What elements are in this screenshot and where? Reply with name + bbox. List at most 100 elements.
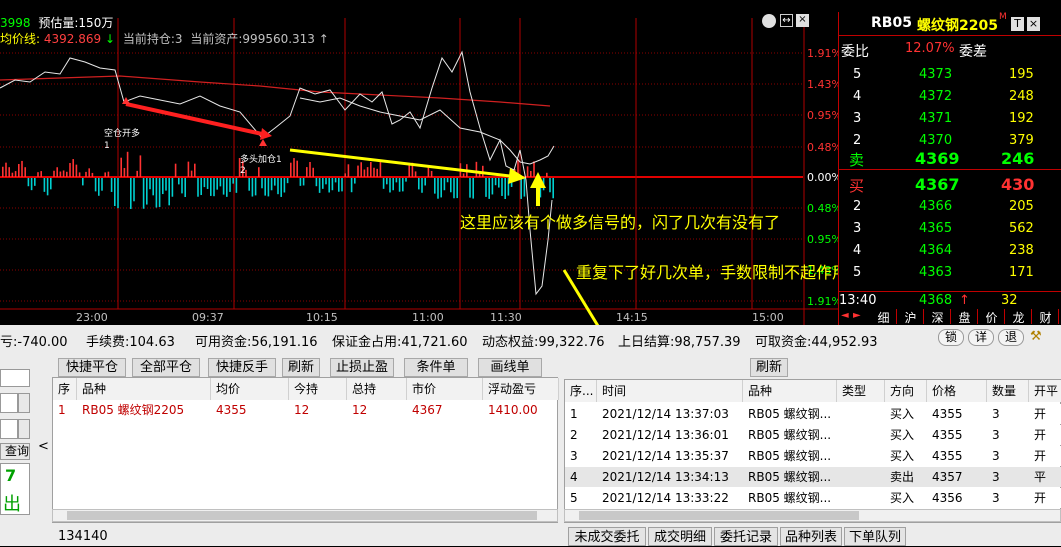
positions-table: 序品种 均价 今持 总持 市价 浮动盈亏 1 RB05 螺纹钢2205 4355 12 12 4367… — [52, 377, 559, 523]
buy1-row[interactable]: 买 4367 430 — [839, 172, 1061, 196]
pos-cell[interactable]: 1 — [53, 400, 77, 420]
lock-button[interactable]: 锁 — [938, 329, 964, 346]
quote-tab[interactable]: 深 — [925, 309, 951, 325]
back-button[interactable]: 退 — [998, 329, 1024, 346]
pos-header[interactable]: 今持 — [289, 378, 347, 400]
tab-item[interactable]: 品种列表 — [780, 527, 842, 546]
buys-row[interactable]: 4 4364 238 — [839, 240, 1061, 262]
order-header[interactable]: 时间 — [597, 380, 743, 402]
volume-bar — [117, 178, 119, 209]
quote-tab[interactable]: 龙 — [1006, 309, 1032, 325]
detail-button[interactable]: 详 — [968, 329, 994, 346]
close-quote-button[interactable]: × — [1027, 17, 1040, 31]
volume-bar — [286, 178, 289, 184]
conditional-order-button[interactable]: 条件单 — [404, 358, 468, 377]
order-header[interactable]: 价格 — [927, 380, 987, 402]
settings-icon[interactable] — [762, 14, 776, 28]
pos-cell[interactable]: 12 — [347, 400, 407, 420]
quick-close-button[interactable]: 快捷平仓 — [58, 358, 126, 377]
volume-bar — [98, 178, 100, 196]
quote-tab[interactable]: 价 — [979, 309, 1005, 325]
volume-bar — [424, 178, 426, 186]
tab-item[interactable]: 未成交委托 — [568, 527, 646, 546]
order-header[interactable]: 类型 — [837, 380, 885, 402]
pos-header[interactable]: 市价 — [407, 378, 483, 400]
volume: 562 — [1009, 221, 1034, 236]
mini-out-button[interactable]: 出 — [3, 490, 21, 516]
query-button[interactable]: 查询 — [0, 443, 30, 460]
stop-profit-loss-button[interactable]: 止损止盈 — [330, 358, 394, 377]
order-cell: RB05 螺纹钢... — [748, 449, 832, 463]
order-header[interactable]: 品种 — [743, 380, 837, 402]
pos-cell[interactable]: 4367 — [407, 400, 483, 420]
pos-cell[interactable]: 12 — [289, 400, 347, 420]
pos-cell[interactable]: RB05 螺纹钢2205 — [77, 400, 211, 420]
pos-header[interactable]: 总持 — [347, 378, 407, 400]
refresh-button[interactable]: 刷新 — [282, 358, 320, 377]
buys-row[interactable]: 3 4365 562 — [839, 218, 1061, 240]
order-cell: 4355 — [932, 407, 963, 421]
pos-cell[interactable]: 4355 — [211, 400, 289, 420]
volume-bar — [53, 170, 55, 177]
buys-row[interactable]: 2 4366 205 — [839, 196, 1061, 218]
volume-bar — [30, 178, 33, 191]
quote-tab[interactable]: 财 — [1033, 309, 1059, 325]
close-all-button[interactable]: 全部平仓 — [132, 358, 200, 377]
close-chart-icon[interactable]: × — [796, 14, 809, 27]
pos-header[interactable]: 品种 — [77, 378, 211, 400]
orders-scrollbar[interactable] — [564, 509, 1061, 522]
dynamic-equity: 动态权益:99,322.76 — [482, 335, 605, 350]
quote-tab[interactable]: 沪 — [898, 309, 924, 325]
mini-select[interactable] — [0, 369, 30, 387]
order-cell: 买入 — [890, 491, 915, 505]
quote-tab[interactable]: 细 — [871, 309, 897, 325]
pos-header[interactable]: 浮动盈亏 — [483, 378, 559, 400]
sell1-row[interactable]: 卖 4369 246 — [839, 146, 1061, 170]
pos-header[interactable]: 均价 — [211, 378, 289, 400]
order-cell: 2021/12/14 13:37:03 — [602, 407, 729, 421]
order-cell: 4 — [570, 470, 578, 484]
t-button[interactable]: T — [1011, 17, 1024, 31]
order-header[interactable]: 方向 — [885, 380, 927, 402]
hammer-icon[interactable]: ⚒ — [1030, 329, 1050, 346]
mini-spinner-1[interactable] — [18, 393, 30, 413]
pos-header[interactable]: 序 — [53, 378, 77, 400]
quick-reverse-button[interactable]: 快捷反手 — [208, 358, 276, 377]
price-line-a — [0, 50, 553, 296]
volume-bar — [325, 178, 327, 185]
volume-bar — [322, 178, 324, 189]
buys-row[interactable]: 5 4363 171 — [839, 262, 1061, 284]
order-header[interactable]: 数量 — [987, 380, 1029, 402]
volume-bar — [136, 170, 138, 177]
tab-item[interactable]: 委托记录 — [714, 527, 778, 546]
volume-bar — [104, 172, 106, 177]
sells-row[interactable]: 3 4371 192 — [839, 108, 1061, 130]
order-cell: 2021/12/14 13:36:01 — [602, 428, 729, 442]
sells-row[interactable]: 4 4372 248 — [839, 86, 1061, 108]
quote-tab-next-icon[interactable]: ► — [853, 310, 861, 321]
pos-cell[interactable]: 1410.00 — [483, 400, 559, 420]
level: 3 — [853, 221, 862, 236]
collapse-left-icon[interactable]: < — [38, 439, 49, 454]
scroll-thumb[interactable] — [67, 511, 537, 520]
orders-scroll-thumb[interactable] — [579, 511, 859, 520]
price: 4364 — [919, 243, 953, 258]
sells-row[interactable]: 5 4373 195 — [839, 64, 1061, 86]
level: 2 — [853, 199, 862, 214]
quote-tab[interactable]: 盘 — [952, 309, 978, 325]
mini-spinner-2[interactable] — [18, 419, 30, 439]
mini-input-2[interactable] — [0, 419, 18, 439]
maximize-icon[interactable]: ↔ — [780, 14, 793, 27]
current-position: 当前持仓:3 — [122, 32, 183, 46]
positions-scrollbar[interactable] — [52, 509, 558, 522]
order-header[interactable]: 开平 — [1029, 380, 1061, 402]
mini-input-1[interactable] — [0, 393, 18, 413]
tab-item[interactable]: 下单队列 — [844, 527, 906, 546]
volume-bar — [158, 178, 161, 207]
quote-tab-prev-icon[interactable]: ◄ — [841, 310, 849, 321]
line-order-button[interactable]: 画线单 — [478, 358, 542, 377]
volume-bar — [437, 178, 439, 199]
refresh-orders-button[interactable]: 刷新 — [750, 358, 788, 377]
tab-item[interactable]: 成交明细 — [648, 527, 712, 546]
order-header[interactable]: 序... — [565, 380, 597, 402]
